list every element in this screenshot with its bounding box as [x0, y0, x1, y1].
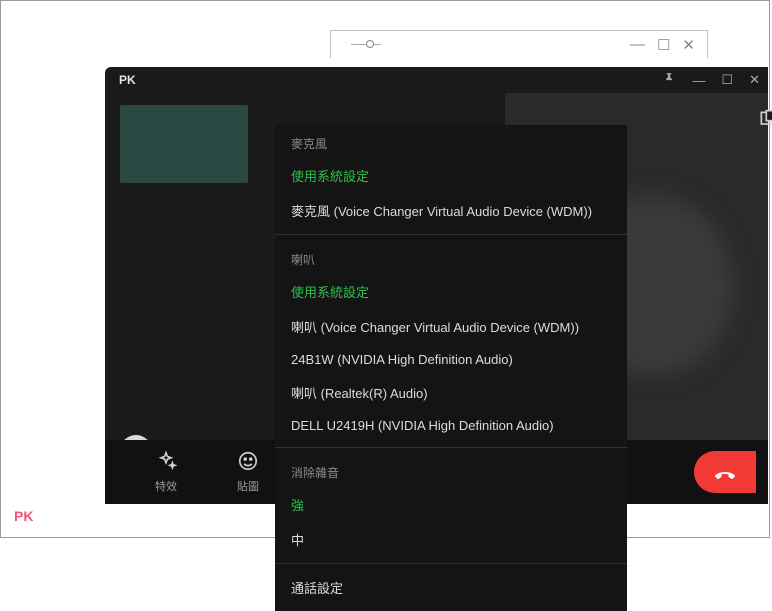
speaker-option-24b1w[interactable]: 24B1W (NVIDIA High Definition Audio) [275, 344, 627, 375]
pin-icon[interactable] [662, 72, 676, 89]
speaker-option-system[interactable]: 使用系統設定 [275, 274, 627, 309]
effects-label: 特效 [155, 478, 177, 494]
background-window-titlebar: — ☐ ✕ [330, 30, 708, 58]
speaker-option-realtek[interactable]: 喇叭 (Realtek(R) Audio) [275, 375, 627, 410]
sparkle-icon [155, 450, 177, 472]
bg-close-button[interactable]: ✕ [682, 36, 695, 54]
self-video-thumbnail[interactable] [120, 105, 248, 183]
sidebar-collapse-icon[interactable] [758, 109, 772, 131]
audio-settings-popup: 麥克風 使用系統設定 麥克風 (Voice Changer Virtual Au… [275, 125, 627, 611]
call-window: PK — ☐ ✕ LINE 麥克風 使用系統設定 麥克風 (Voice Chan… [105, 67, 768, 504]
mic-option-system[interactable]: 使用系統設定 [275, 158, 627, 193]
separator [275, 563, 627, 564]
call-title: PK [119, 73, 136, 87]
speaker-option-voicechanger[interactable]: 喇叭 (Voice Changer Virtual Audio Device (… [275, 309, 627, 344]
section-title-mic: 麥克風 [275, 125, 627, 158]
slider-icon [351, 44, 381, 45]
bg-maximize-button[interactable]: ☐ [657, 36, 670, 54]
window-maximize-button[interactable]: ☐ [721, 72, 733, 88]
mic-option-voicechanger[interactable]: 麥克風 (Voice Changer Virtual Audio Device … [275, 193, 627, 228]
separator [275, 447, 627, 448]
window-minimize-button[interactable]: — [692, 73, 705, 88]
separator [275, 234, 627, 235]
stickers-label: 貼圖 [237, 478, 259, 494]
page-watermark: PK [14, 508, 33, 524]
section-title-noise: 消除雜音 [275, 454, 627, 487]
hangup-button[interactable] [694, 451, 756, 493]
smile-icon [237, 450, 259, 472]
speaker-option-dell[interactable]: DELL U2419H (NVIDIA High Definition Audi… [275, 410, 627, 441]
effects-button[interactable]: 特效 [125, 450, 207, 494]
call-titlebar: PK — ☐ ✕ [105, 67, 768, 93]
section-title-speaker: 喇叭 [275, 241, 627, 274]
noise-strong[interactable]: 強 [275, 487, 627, 522]
bg-minimize-button[interactable]: — [630, 36, 645, 54]
window-close-button[interactable]: ✕ [749, 72, 760, 88]
phone-hangup-icon [713, 460, 737, 484]
call-settings-link[interactable]: 通話設定 [275, 570, 627, 605]
